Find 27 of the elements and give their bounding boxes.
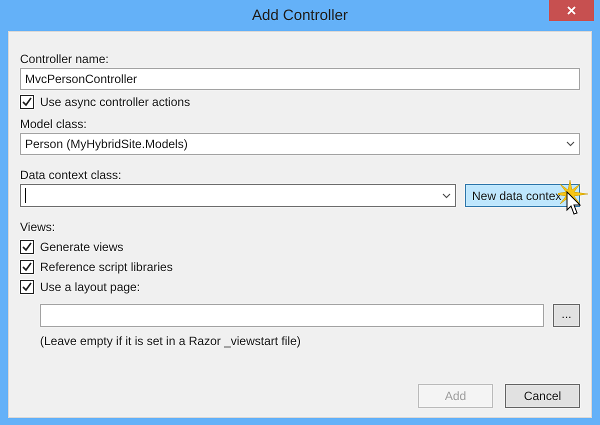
hint-text: (Leave empty if it is set in a Razor _viewstart file) <box>39 333 302 350</box>
chevron-down-icon <box>566 141 575 147</box>
field-label: Controller name: <box>20 51 110 68</box>
field-label: Data context class: <box>20 167 122 184</box>
browse-button[interactable]: ... <box>553 304 580 327</box>
field-label: Model class: <box>20 116 88 133</box>
dropdown-value: Person (MyHybridSite.Models) <box>25 136 188 153</box>
model-class-dropdown[interactable]: Person (MyHybridSite.Models) <box>20 133 580 155</box>
data-context-combobox[interactable] <box>20 184 456 207</box>
chevron-down-icon <box>442 192 451 198</box>
checkbox[interactable] <box>20 95 34 109</box>
close-icon <box>567 6 576 15</box>
checkbox-label: Generate views <box>40 239 124 256</box>
checkmark-icon <box>22 97 32 107</box>
checkbox[interactable] <box>20 280 34 294</box>
checkbox-label: Use a layout page: <box>40 279 140 296</box>
close-button[interactable] <box>549 0 594 21</box>
section-label: Views: <box>20 219 56 236</box>
checkbox-label: Reference script libraries <box>40 259 173 276</box>
layout-page-field[interactable] <box>40 304 544 327</box>
dialog-button[interactable]: Cancel <box>505 384 580 408</box>
window-title: Add Controller <box>252 6 348 26</box>
checkbox[interactable] <box>20 240 34 254</box>
checkbox[interactable] <box>20 260 34 274</box>
checkbox-label: Use async controller actions <box>40 94 190 111</box>
text-cursor <box>25 188 26 203</box>
controller-name-field[interactable]: MvcPersonController <box>20 68 580 90</box>
